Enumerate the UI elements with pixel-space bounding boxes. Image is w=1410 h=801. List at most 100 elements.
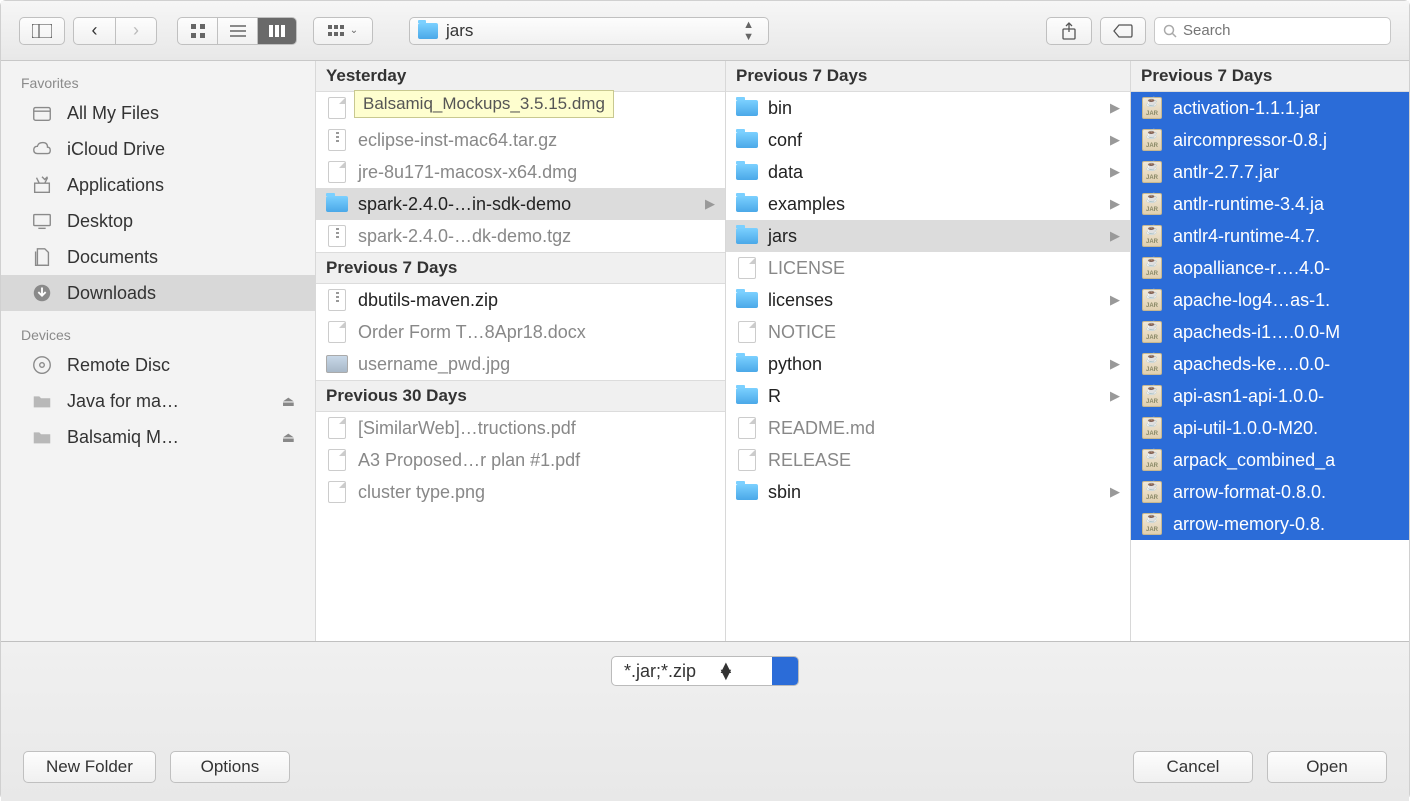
- file-row[interactable]: arpack_combined_a: [1131, 444, 1409, 476]
- view-icons-button[interactable]: [177, 17, 217, 45]
- group-header: Yesterday: [316, 61, 725, 92]
- sidebar-item-applications[interactable]: Applications: [1, 167, 315, 203]
- file-name: antlr-runtime-3.4.ja: [1173, 194, 1324, 215]
- image-icon: [326, 355, 348, 373]
- folder-icon: [736, 228, 758, 244]
- file-row[interactable]: RELEASE: [726, 444, 1130, 476]
- sidebar-item-downloads[interactable]: Downloads: [1, 275, 315, 311]
- sidebar-item-label: Desktop: [67, 211, 133, 232]
- file-row[interactable]: eclipse-inst-mac64.tar.gz: [316, 124, 725, 156]
- document-icon: [328, 417, 346, 439]
- arrange-button[interactable]: ⌄: [313, 17, 373, 45]
- file-row[interactable]: Order Form T…8Apr18.docx: [316, 316, 725, 348]
- file-row[interactable]: spark-2.4.0-…in-sdk-demo▶: [316, 188, 725, 220]
- file-row[interactable]: arrow-format-0.8.0.: [1131, 476, 1409, 508]
- file-row[interactable]: bin ▶: [726, 92, 1130, 124]
- options-button[interactable]: Options: [170, 751, 290, 783]
- file-row[interactable]: python ▶: [726, 348, 1130, 380]
- file-row[interactable]: api-util-1.0.0-M20.: [1131, 412, 1409, 444]
- file-row[interactable]: antlr4-runtime-4.7.: [1131, 220, 1409, 252]
- file-row[interactable]: NOTICE: [726, 316, 1130, 348]
- sidebar-item-remote-disc[interactable]: Remote Disc: [1, 347, 315, 383]
- file-row[interactable]: README.md: [726, 412, 1130, 444]
- file-row[interactable]: jars▶: [726, 220, 1130, 252]
- sidebar-item-balsamiq-m-[interactable]: Balsamiq M…⏏: [1, 419, 315, 455]
- file-name: api-asn1-api-1.0.0-: [1173, 386, 1324, 407]
- group-header: Previous 7 Days: [1131, 61, 1409, 92]
- sidebar-item-icloud-drive[interactable]: iCloud Drive: [1, 131, 315, 167]
- chevron-right-icon: ▶: [1110, 356, 1120, 372]
- view-columns-button[interactable]: [257, 17, 297, 45]
- file-row[interactable]: cluster type.png: [316, 476, 725, 508]
- file-row[interactable]: antlr-2.7.7.jar: [1131, 156, 1409, 188]
- new-folder-button[interactable]: New Folder: [23, 751, 156, 783]
- file-row[interactable]: licenses▶: [726, 284, 1130, 316]
- sidebar-item-label: Java for ma…: [67, 391, 179, 412]
- file-name: README.md: [768, 418, 875, 439]
- sidebar-item-documents[interactable]: Documents: [1, 239, 315, 275]
- cancel-button[interactable]: Cancel: [1133, 751, 1253, 783]
- file-name: python: [768, 354, 822, 375]
- file-name: apacheds-i1….0.0-M: [1173, 322, 1340, 343]
- file-row[interactable]: apache-log4…as-1.: [1131, 284, 1409, 316]
- file-row[interactable]: activation-1.1.1.jar: [1131, 92, 1409, 124]
- file-filter-dropdown[interactable]: *.jar;*.zip ▲▼: [611, 656, 799, 686]
- sidebar-item-label: All My Files: [67, 103, 159, 124]
- file-row[interactable]: [SimilarWeb]…tructions.pdf: [316, 412, 725, 444]
- file-row[interactable]: api-asn1-api-1.0.0-: [1131, 380, 1409, 412]
- tags-button[interactable]: [1100, 17, 1146, 45]
- file-row[interactable]: R▶: [726, 380, 1130, 412]
- file-name: antlr4-runtime-4.7.: [1173, 226, 1320, 247]
- file-name: arrow-format-0.8.0.: [1173, 482, 1326, 503]
- file-row[interactable]: apacheds-ke….0.0-: [1131, 348, 1409, 380]
- sidebar-item-desktop[interactable]: Desktop: [1, 203, 315, 239]
- view-mode-group: [177, 17, 297, 45]
- file-name: examples: [768, 194, 845, 215]
- favorites-header: Favorites: [1, 67, 315, 95]
- file-row[interactable]: A3 Proposed…r plan #1.pdf: [316, 444, 725, 476]
- eject-icon[interactable]: ⏏: [282, 429, 295, 446]
- search-field[interactable]: [1154, 17, 1391, 45]
- file-row[interactable]: username_pwd.jpg: [316, 348, 725, 380]
- sidebar-item-java-for-ma-[interactable]: Java for ma… ⏏: [1, 383, 315, 419]
- current-folder-label: jars: [446, 21, 473, 41]
- archive-icon: [328, 225, 346, 247]
- chevron-right-icon: ▶: [1110, 164, 1120, 180]
- document-icon: [738, 417, 756, 439]
- file-name: antlr-2.7.7.jar: [1173, 162, 1279, 183]
- sidebar-item-label: Remote Disc: [67, 355, 170, 376]
- file-row[interactable]: examples▶: [726, 188, 1130, 220]
- sidebar-toggle-button[interactable]: [19, 17, 65, 45]
- file-row[interactable]: spark-2.4.0-…dk-demo.tgz: [316, 220, 725, 252]
- file-row[interactable]: LICENSE: [726, 252, 1130, 284]
- eject-icon[interactable]: ⏏: [282, 393, 295, 410]
- share-button[interactable]: [1046, 17, 1092, 45]
- path-dropdown[interactable]: jars ▲▼: [409, 17, 769, 45]
- open-button[interactable]: Open: [1267, 751, 1387, 783]
- file-row[interactable]: aopalliance-r….4.0-: [1131, 252, 1409, 284]
- file-row[interactable]: jre-8u171-macosx-x64.dmg: [316, 156, 725, 188]
- file-row[interactable]: data▶: [726, 156, 1130, 188]
- file-name: bin: [768, 98, 792, 119]
- file-row[interactable]: apacheds-i1….0.0-M: [1131, 316, 1409, 348]
- file-row[interactable]: dbutils-maven.zip: [316, 284, 725, 316]
- jar-icon: [1142, 417, 1162, 439]
- back-button[interactable]: ‹: [73, 17, 115, 45]
- chevron-right-icon: ▶: [1110, 388, 1120, 404]
- view-list-button[interactable]: [217, 17, 257, 45]
- chevron-updown-icon: ▲▼: [743, 19, 760, 43]
- file-row[interactable]: conf▶: [726, 124, 1130, 156]
- file-row[interactable]: Balsamiq_Moc…3.5.15.dmg: [316, 92, 725, 124]
- file-row[interactable]: arrow-memory-0.8.: [1131, 508, 1409, 540]
- forward-button[interactable]: ›: [115, 17, 157, 45]
- archive-icon: [328, 129, 346, 151]
- sidebar-item-all-my-files[interactable]: All My Files: [1, 95, 315, 131]
- document-icon: [328, 321, 346, 343]
- file-row[interactable]: aircompressor-0.8.j: [1131, 124, 1409, 156]
- search-input[interactable]: [1183, 22, 1382, 39]
- file-row[interactable]: sbin▶: [726, 476, 1130, 508]
- sidebar-item-label: Applications: [67, 175, 164, 196]
- sidebar: Favorites All My Files iCloud Drive Applic…: [1, 61, 316, 641]
- file-row[interactable]: antlr-runtime-3.4.ja: [1131, 188, 1409, 220]
- chevron-right-icon: ▶: [1110, 100, 1120, 116]
